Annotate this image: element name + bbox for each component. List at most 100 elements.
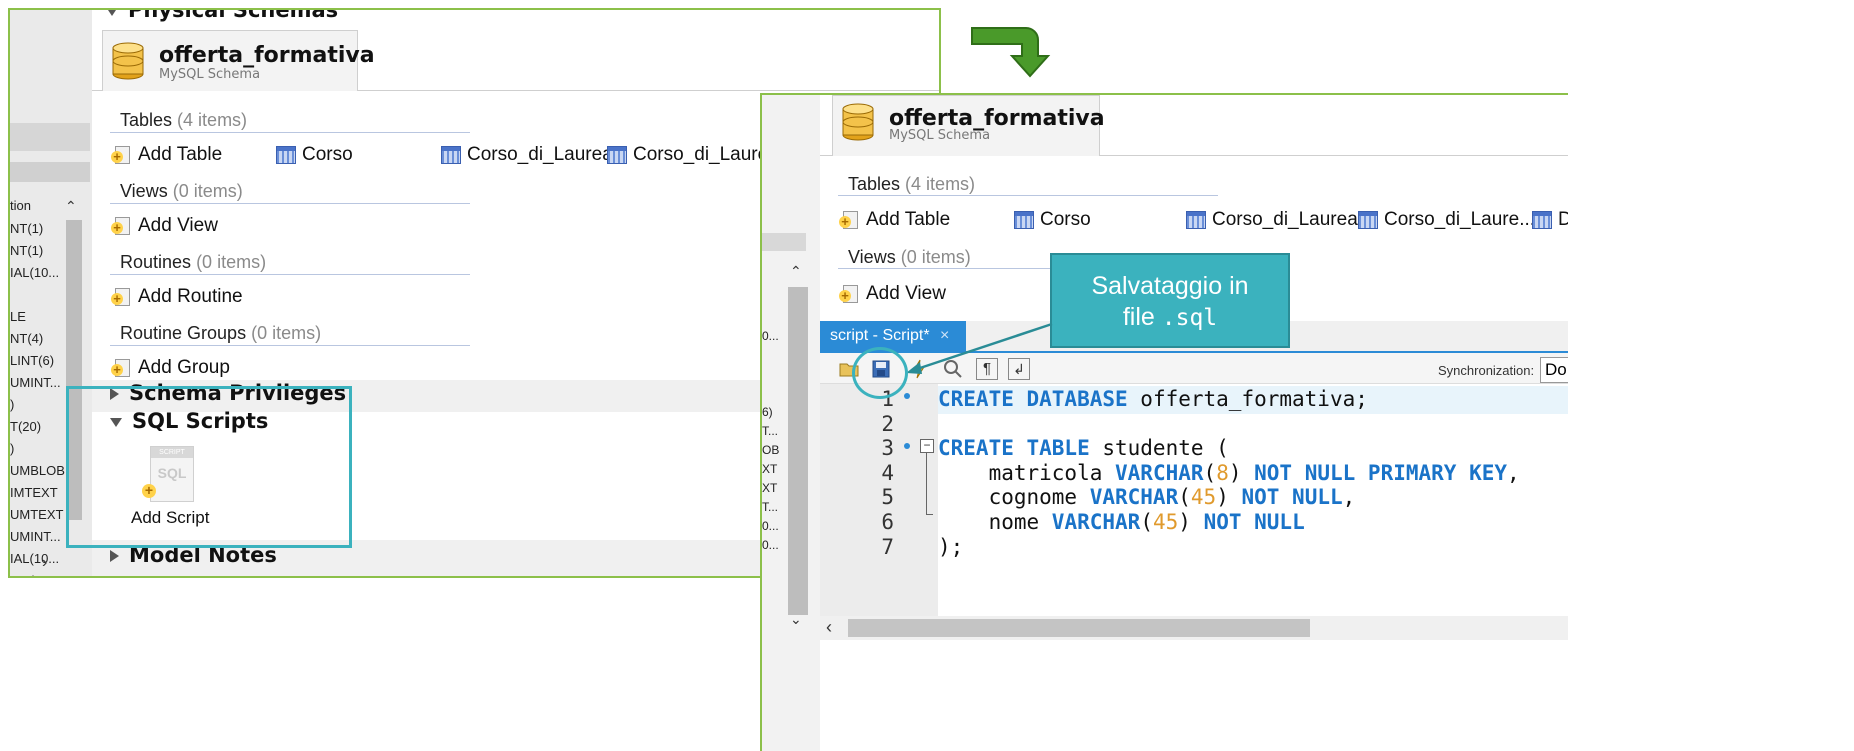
- views-section-header: Views (0 items): [848, 247, 971, 268]
- routines-count: (0 items): [196, 252, 267, 272]
- add-table-icon: [839, 210, 860, 230]
- routine-groups-section-header: Routine Groups (0 items): [120, 323, 321, 344]
- left-side-scroll-up[interactable]: ⌃: [65, 198, 77, 215]
- tables-count: (4 items): [177, 110, 248, 130]
- add-table-item[interactable]: Add Table: [839, 209, 950, 231]
- code-keyword: NOT NULL: [1203, 510, 1305, 534]
- side-type-item: NT(4): [10, 331, 44, 346]
- table-corso[interactable]: Corso: [276, 144, 353, 166]
- side-type-item: 0...: [762, 538, 779, 552]
- code-text: matricola: [938, 460, 1116, 485]
- schema-type: MySQL Schema: [159, 67, 261, 82]
- add-view-item[interactable]: Add View: [111, 215, 218, 237]
- add-group-item[interactable]: Add Group: [111, 357, 230, 379]
- add-group-icon: [111, 358, 132, 378]
- code-keyword: VARCHAR: [1089, 485, 1179, 510]
- right-panel: ⌃ 0... 6) T... OB XT XT T... 0... 0... ⌄ offerta…: [760, 93, 1568, 751]
- table-corso-di-laurea-label: Corso_di_Laurea: [1212, 209, 1358, 230]
- side-type-item: IAL(10...: [10, 570, 65, 576]
- table-corso-di-laure-truncated[interactable]: Corso_di_Laure...: [1358, 209, 1535, 231]
- tables-divider: [110, 132, 470, 133]
- right-side-scrollbar[interactable]: [788, 287, 808, 615]
- table-icon: [1014, 211, 1034, 229]
- add-routine-icon: [111, 287, 132, 307]
- callout-line-2: file .sql: [1052, 302, 1288, 334]
- code-line: matricola VARCHAR(8) NOT NULL PRIMARY KE…: [938, 461, 1520, 485]
- add-routine-label: Add Routine: [138, 286, 243, 307]
- expand-icon: [110, 550, 119, 562]
- sync-select[interactable]: Do: [1540, 357, 1568, 383]
- line-3-marker: [904, 443, 910, 449]
- table-corso-di-laurea[interactable]: Corso_di_Laurea: [441, 144, 613, 166]
- right-side-type-list: 0... 6) T... OB XT XT T... 0... 0...: [762, 327, 788, 555]
- code-text: cognome: [938, 485, 1090, 510]
- right-schema-tab[interactable]: offerta_formativa MySQL Schema: [832, 95, 1105, 156]
- add-view-item[interactable]: Add View: [839, 283, 946, 305]
- collapse-icon[interactable]: [106, 10, 118, 16]
- code-number: 45: [1152, 510, 1179, 534]
- routines-section-header: Routines (0 items): [120, 252, 266, 273]
- code-text: (: [1203, 460, 1217, 485]
- code-text: offerta_formativa;: [1127, 387, 1368, 411]
- save-callout-box: Salvataggio in file .sql: [1050, 253, 1290, 348]
- side-type-item: T...: [762, 500, 779, 514]
- add-routine-item[interactable]: Add Routine: [111, 286, 243, 308]
- code-line: );: [938, 535, 963, 559]
- callout-sql-ext: .sql: [1161, 305, 1218, 331]
- code-text: (: [1178, 485, 1191, 510]
- views-label: Views: [848, 247, 896, 267]
- side-type-item: ): [10, 397, 15, 412]
- database-icon: [842, 103, 874, 141]
- table-corso-di-laure-truncated[interactable]: Corso_di_Laure...: [607, 144, 784, 166]
- table-d-truncated[interactable]: D: [1532, 209, 1568, 231]
- code-text: (: [1140, 510, 1153, 534]
- callout-line-1: Salvataggio in: [1091, 272, 1249, 300]
- code-number: 45: [1190, 485, 1217, 510]
- fold-toggle-icon[interactable]: −: [920, 439, 934, 453]
- table-corso-label: Corso: [1040, 209, 1091, 230]
- line-number: 7: [881, 534, 894, 559]
- scroll-left-icon[interactable]: ‹: [826, 617, 832, 638]
- table-icon: [276, 146, 296, 164]
- table-corso-di-laurea[interactable]: Corso_di_Laurea: [1186, 209, 1358, 231]
- database-icon: [112, 42, 144, 80]
- left-schema-tab[interactable]: offerta_formativa MySQL Schema: [102, 30, 375, 91]
- add-table-item[interactable]: Add Table: [111, 144, 223, 166]
- table-icon: [607, 146, 627, 164]
- table-corso-di-laurea-label: Corso_di_Laurea: [467, 144, 613, 165]
- green-down-arrow-icon: [971, 27, 1051, 78]
- horizontal-scrollbar-thumb[interactable]: [848, 619, 1310, 637]
- table-icon: [1358, 211, 1378, 229]
- sync-label: Synchronization:: [1438, 363, 1535, 378]
- routine-groups-divider: [110, 345, 470, 346]
- left-side-type-list: NT(1) NT(1) IAL(10... LE NT(4) LINT(6) UMINT..…: [10, 218, 65, 576]
- tables-label: Tables: [848, 174, 901, 194]
- left-side-band-1: [10, 123, 90, 151]
- side-type-item: 6): [762, 405, 773, 419]
- code-line: CREATE DATABASE offerta_formativa;: [938, 387, 1368, 411]
- code-text: studente (: [1089, 436, 1229, 461]
- physical-schemas-label: Physical Schemas: [128, 8, 339, 22]
- physical-schemas-header: Physical Schemas: [106, 8, 339, 22]
- right-side-scroll-up[interactable]: ⌃: [790, 263, 802, 280]
- side-type-item: 0...: [762, 519, 779, 533]
- side-type-item: IAL(10...: [10, 265, 60, 280]
- table-corso[interactable]: Corso: [1014, 209, 1091, 231]
- schema-type: MySQL Schema: [889, 128, 991, 143]
- line-number: 3: [881, 436, 894, 461]
- code-text: ,: [1507, 460, 1520, 485]
- left-side-band-2: [10, 162, 90, 182]
- callout-file-word: file: [1122, 303, 1162, 331]
- code-text: ): [1216, 485, 1242, 510]
- add-group-label: Add Group: [138, 357, 230, 378]
- add-table-label: Add Table: [138, 144, 223, 165]
- code-keyword: VARCHAR: [1051, 510, 1141, 534]
- side-type-item: XT: [762, 462, 778, 476]
- code-number: 8: [1216, 460, 1229, 485]
- left-side-scroll-right[interactable]: ›: [42, 554, 47, 572]
- tables-count: (4 items): [905, 174, 976, 194]
- right-side-scroll-down[interactable]: ⌄: [790, 611, 802, 628]
- add-view-label: Add View: [138, 215, 218, 236]
- code-keyword: CREATE TABLE: [938, 436, 1090, 461]
- code-line: CREATE TABLE studente (: [938, 436, 1229, 460]
